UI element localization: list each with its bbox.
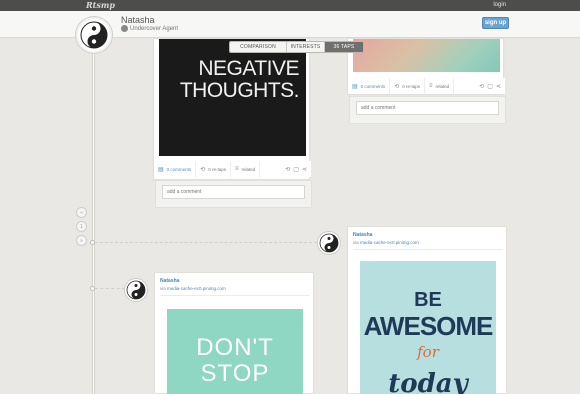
comment-bubble-icon[interactable]: ▢ bbox=[487, 83, 493, 90]
retap-icon: ⟲ bbox=[200, 166, 206, 173]
card-username[interactable]: Natasha bbox=[353, 232, 372, 238]
sign-up-button[interactable]: sign up bbox=[482, 17, 509, 29]
yin-yang-icon bbox=[80, 21, 108, 49]
tap-card: Natasha via media-cache-ec0.pinimg.com B… bbox=[347, 226, 507, 394]
related-button[interactable]: ≡ related bbox=[231, 161, 261, 177]
tap-card: NEGATIVE THOUGHTS. ▤ 0 comments ⟲ 0 re-tap… bbox=[153, 38, 311, 180]
profile-name: Natasha bbox=[121, 15, 155, 25]
top-bar: Rtsmp login bbox=[0, 0, 580, 11]
divider bbox=[160, 295, 310, 296]
comment-icon: ▤ bbox=[158, 166, 164, 173]
source-link[interactable]: media-cache-ec0.pinimg.com bbox=[167, 286, 226, 291]
poster-line: BE bbox=[414, 289, 442, 311]
site-logo[interactable]: Rtsmp bbox=[86, 0, 115, 11]
profile-subtitle: Undercover Agent bbox=[121, 25, 178, 32]
comments-button[interactable]: ▤ 0 comments bbox=[154, 161, 197, 177]
timeline-connector bbox=[95, 242, 317, 243]
source-link[interactable]: media-cache-ec0.pinimg.com bbox=[360, 240, 419, 245]
related-button[interactable]: ≡ related bbox=[425, 78, 455, 94]
profile-subtitle-text: Undercover Agent bbox=[130, 25, 179, 32]
via-label: via bbox=[353, 240, 359, 245]
pager-next-button[interactable]: » bbox=[76, 235, 87, 246]
poster-line: AWESOME bbox=[363, 311, 494, 341]
retap-icon[interactable]: ⟲ bbox=[285, 166, 290, 173]
related-icon: ≡ bbox=[428, 83, 433, 89]
agent-icon bbox=[121, 25, 128, 32]
card-source: via media-cache-ec0.pinimg.com bbox=[353, 240, 419, 245]
timeline-dot bbox=[90, 286, 95, 291]
tap-image[interactable]: BE AWESOME for today bbox=[360, 261, 496, 394]
comment-bubble-icon[interactable]: ▢ bbox=[293, 166, 299, 173]
yin-yang-icon bbox=[126, 280, 146, 300]
related-label: related bbox=[241, 166, 256, 172]
comment-box bbox=[349, 96, 506, 124]
poster-line: NEGATIVE bbox=[198, 57, 299, 80]
poster-line: today bbox=[388, 369, 468, 394]
card-username[interactable]: Natasha bbox=[160, 278, 179, 284]
tap-card: Natasha via media-cache-ec0.pinimg.com D… bbox=[154, 272, 314, 394]
poster-line: DON'T bbox=[196, 334, 274, 361]
retap-icon: ⟲ bbox=[394, 83, 400, 90]
retaps-count: 0 re-taps bbox=[402, 83, 420, 89]
comment-input[interactable] bbox=[356, 101, 499, 115]
tab-taps[interactable]: 36 TAPS bbox=[325, 42, 363, 52]
user-avatar[interactable] bbox=[317, 231, 341, 255]
pager-current-page[interactable]: 1 bbox=[76, 221, 87, 232]
tab-comparison[interactable]: COMPARISON bbox=[230, 42, 287, 52]
comment-box bbox=[155, 180, 312, 208]
tab-interests[interactable]: INTERESTS bbox=[287, 42, 325, 52]
timeline-dot bbox=[90, 240, 95, 245]
share-icon[interactable]: ⋖ bbox=[302, 166, 307, 173]
retap-icon[interactable]: ⟲ bbox=[479, 83, 484, 90]
comments-count: 0 comments bbox=[360, 83, 386, 89]
share-icon[interactable]: ⋖ bbox=[496, 83, 501, 90]
via-label: via bbox=[160, 286, 166, 291]
yin-yang-icon bbox=[319, 233, 339, 253]
user-avatar[interactable] bbox=[124, 278, 148, 302]
share-tools: ⟲ ▢ ⋖ bbox=[285, 166, 311, 173]
related-icon: ≡ bbox=[234, 166, 239, 172]
poster-line: for bbox=[417, 343, 439, 361]
tap-card: ▤ 0 comments ⟲ 0 re-taps ≡ related ⟲ ▢ ⋖ bbox=[347, 38, 505, 94]
card-actions: ▤ 0 comments ⟲ 0 re-taps ≡ related ⟲ ▢ ⋖ bbox=[348, 78, 505, 94]
share-tools: ⟲ ▢ ⋖ bbox=[479, 83, 505, 90]
divider bbox=[353, 249, 503, 250]
tap-image[interactable]: NEGATIVE THOUGHTS. bbox=[159, 39, 306, 156]
retaps-count: 0 re-taps bbox=[208, 166, 226, 172]
comments-button[interactable]: ▤ 0 comments bbox=[348, 78, 391, 94]
login-link[interactable]: login bbox=[493, 0, 506, 11]
card-actions: ▤ 0 comments ⟲ 0 re-taps ≡ related ⟲ ▢ ⋖ bbox=[154, 161, 311, 177]
card-source: via media-cache-ec0.pinimg.com bbox=[160, 286, 226, 291]
profile-tabs: COMPARISON INTERESTS 36 TAPS bbox=[229, 41, 364, 53]
tap-image[interactable] bbox=[353, 39, 500, 72]
comments-count: 0 comments bbox=[166, 166, 192, 172]
profile-avatar[interactable] bbox=[76, 17, 112, 53]
timeline-connector bbox=[95, 288, 125, 289]
retap-button[interactable]: ⟲ 0 re-taps bbox=[390, 78, 425, 94]
tap-image[interactable]: DON'T STOP bbox=[167, 309, 303, 394]
pager-prev-button[interactable]: « bbox=[76, 207, 87, 218]
retap-button[interactable]: ⟲ 0 re-taps bbox=[196, 161, 231, 177]
related-label: related bbox=[435, 83, 450, 89]
comment-icon: ▤ bbox=[352, 83, 358, 90]
poster-line: STOP bbox=[200, 360, 270, 387]
poster-line: THOUGHTS. bbox=[179, 79, 300, 102]
timeline-line bbox=[92, 50, 95, 394]
comment-input[interactable] bbox=[162, 185, 305, 199]
